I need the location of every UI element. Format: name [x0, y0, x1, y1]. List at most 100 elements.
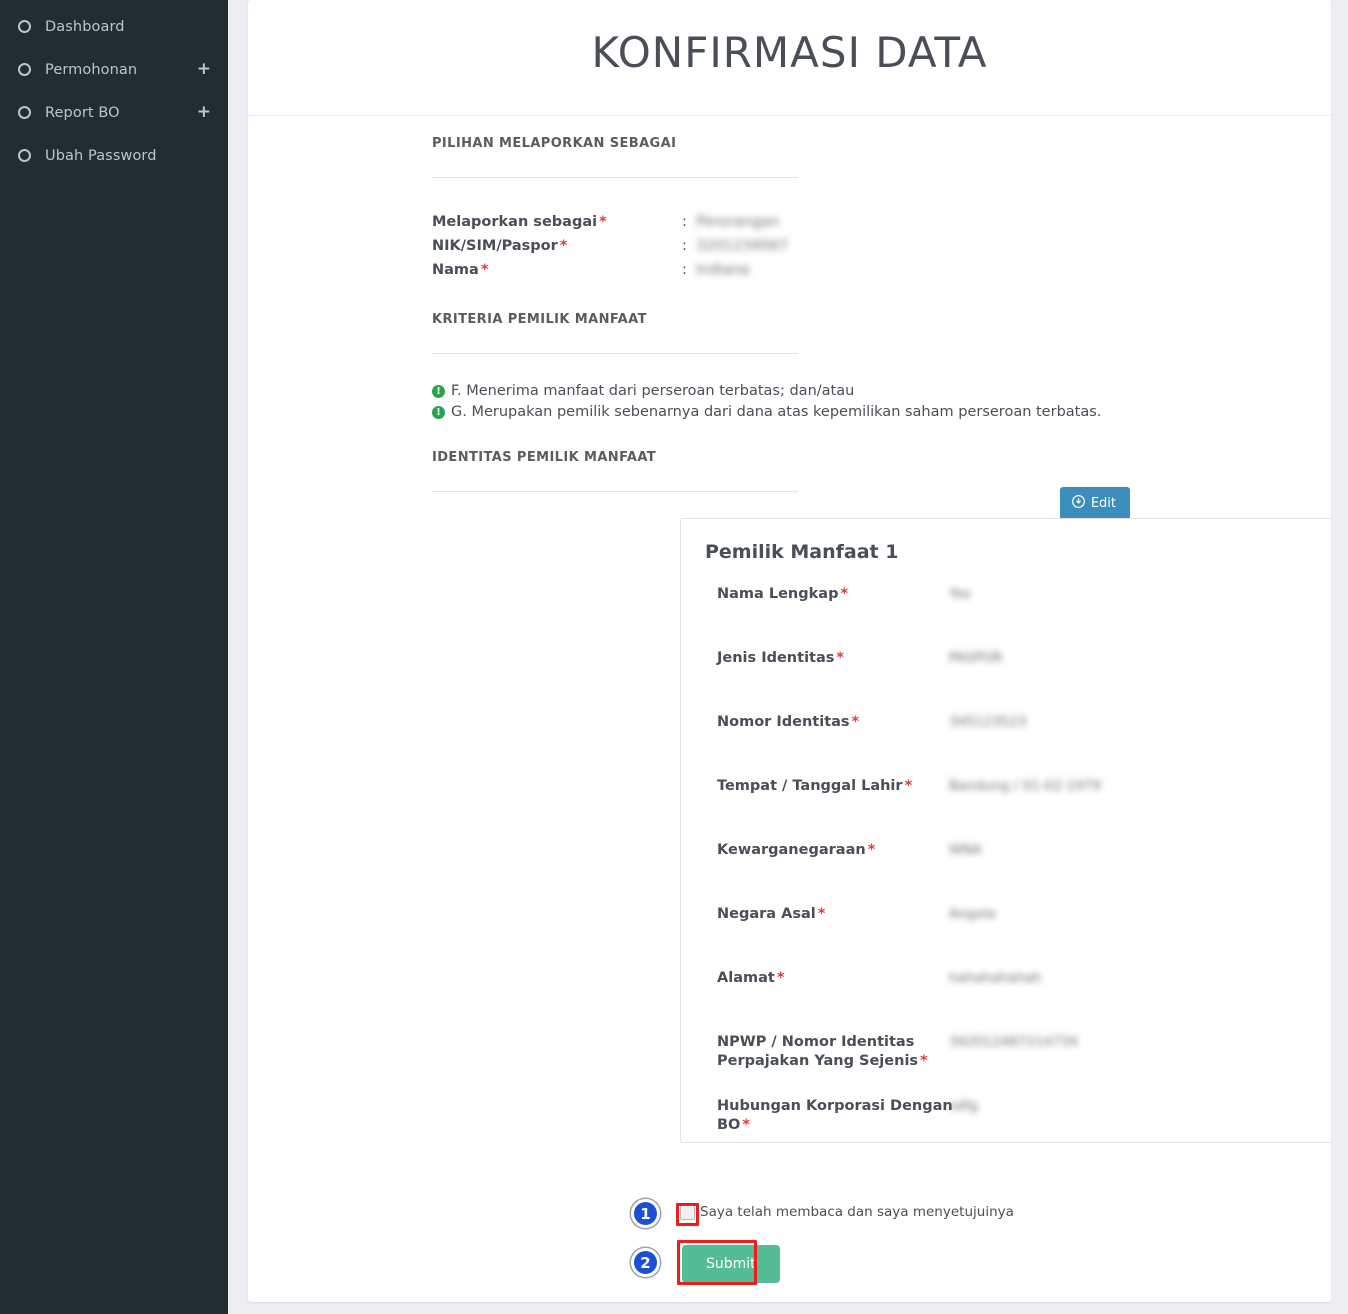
form-body: PILIHAN MELAPORKAN SEBAGAI Melaporkan se…	[248, 136, 1331, 492]
field-value: PASPOR	[949, 649, 1002, 691]
table-row: Alamat* hahahahahah	[681, 969, 1331, 1011]
info-icon: !	[432, 385, 445, 398]
section-divider	[432, 491, 798, 492]
section-divider	[432, 353, 798, 354]
field-label: Negara Asal*	[717, 905, 949, 947]
required-asterisk: *	[742, 1117, 750, 1133]
edit-button-container: Edit	[1060, 487, 1130, 520]
field-label: NPWP / Nomor Identitas Perpajakan Yang S…	[717, 1033, 949, 1075]
field-value: Bandung / 01-02-1979	[949, 777, 1101, 819]
colon: :	[682, 214, 696, 230]
sidebar-item-report-bo[interactable]: Report BO +	[0, 91, 228, 134]
field-value: Yes	[949, 585, 971, 627]
table-row: Nama* : Indiana	[432, 258, 1331, 282]
field-label: Jenis Identitas*	[717, 649, 949, 691]
field-value: Angola	[949, 905, 996, 947]
field-label: Tempat / Tanggal Lahir*	[717, 777, 949, 819]
field-label: Nama Lengkap*	[717, 585, 949, 627]
criteria-list: ! F. Menerima manfaat dari perseroan ter…	[432, 382, 1331, 422]
info-icon: !	[432, 406, 445, 419]
circle-icon	[18, 106, 31, 119]
section-heading: IDENTITAS PEMILIK MANFAAT	[432, 450, 1331, 465]
title-divider	[248, 115, 1331, 116]
required-asterisk: *	[840, 586, 848, 602]
field-label: Nomor Identitas*	[717, 713, 949, 755]
table-row: Negara Asal* Angola	[681, 905, 1331, 947]
colon: :	[682, 238, 696, 254]
circle-icon	[18, 63, 31, 76]
required-asterisk: *	[868, 842, 876, 858]
agree-checkbox[interactable]	[680, 1205, 695, 1220]
section-divider	[432, 177, 798, 178]
table-row: Nama Lengkap* Yes	[681, 585, 1331, 627]
table-row: Jenis Identitas* PASPOR	[681, 649, 1331, 691]
annotation-step-badge-1: 1	[631, 1199, 660, 1228]
field-value: Indiana	[696, 262, 750, 278]
section-heading: PILIHAN MELAPORKAN SEBAGAI	[432, 136, 1331, 151]
table-row: Hubungan Korporasi Dengan BO* sdfg	[681, 1097, 1331, 1139]
submit-button-container: Submit	[682, 1245, 780, 1283]
table-row: Melaporkan sebagai* : Perorangan	[432, 210, 1331, 234]
table-row: Kewarganegaraan* WNA	[681, 841, 1331, 883]
criteria-text: F. Menerima manfaat dari perseroan terba…	[451, 382, 854, 401]
table-row: Tempat / Tanggal Lahir* Bandung / 01-02-…	[681, 777, 1331, 819]
field-value: sdfg	[949, 1097, 978, 1139]
colon: :	[682, 262, 696, 278]
beneficial-owner-card: Pemilik Manfaat 1 Nama Lengkap* Yes Jeni…	[680, 518, 1331, 1143]
section-criteria: KRITERIA PEMILIK MANFAAT ! F. Menerima m…	[432, 312, 1331, 422]
field-label: Melaporkan sebagai*	[432, 214, 682, 230]
field-label: Nama*	[432, 262, 682, 278]
circle-icon	[18, 149, 31, 162]
sidebar-item-dashboard[interactable]: Dashboard	[0, 5, 228, 48]
required-asterisk: *	[920, 1053, 928, 1069]
sidebar-item-label: Report BO	[45, 105, 197, 121]
edit-button[interactable]: Edit	[1060, 487, 1130, 520]
sidebar-item-label: Dashboard	[45, 19, 214, 35]
field-value: WNA	[949, 841, 982, 883]
card-title: Pemilik Manfaat 1	[705, 541, 1331, 563]
required-asterisk: *	[560, 238, 568, 254]
agreement-row: Saya telah membaca dan saya menyetujuiny…	[680, 1204, 1014, 1220]
required-asterisk: *	[836, 650, 844, 666]
download-circle-icon	[1072, 495, 1085, 512]
table-row: NIK/SIM/Paspor* : 3201234567	[432, 234, 1331, 258]
field-label: Hubungan Korporasi Dengan BO*	[717, 1097, 949, 1139]
table-row: Nomor Identitas* 345123523	[681, 713, 1331, 755]
main-content: KONFIRMASI DATA PILIHAN MELAPORKAN SEBAG…	[228, 0, 1348, 1314]
plus-icon[interactable]: +	[197, 104, 211, 121]
section-heading: KRITERIA PEMILIK MANFAAT	[432, 312, 1331, 327]
page-title: KONFIRMASI DATA	[248, 28, 1331, 77]
field-label: Kewarganegaraan*	[717, 841, 949, 883]
sidebar-item-label: Ubah Password	[45, 148, 214, 164]
section-reporting-as: PILIHAN MELAPORKAN SEBAGAI Melaporkan se…	[432, 136, 1331, 282]
required-asterisk: *	[599, 214, 607, 230]
table-row: NPWP / Nomor Identitas Perpajakan Yang S…	[681, 1033, 1331, 1075]
field-label: NIK/SIM/Paspor*	[432, 238, 682, 254]
plus-icon[interactable]: +	[197, 61, 211, 78]
sidebar-item-ubah-password[interactable]: Ubah Password	[0, 134, 228, 177]
circle-icon	[18, 20, 31, 33]
list-item: ! F. Menerima manfaat dari perseroan ter…	[432, 382, 1331, 401]
required-asterisk: *	[852, 714, 860, 730]
field-value: 3201234567	[696, 238, 788, 254]
agree-label: Saya telah membaca dan saya menyetujuiny…	[700, 1204, 1014, 1220]
required-asterisk: *	[905, 778, 913, 794]
edit-button-label: Edit	[1091, 496, 1116, 511]
field-label: Alamat*	[717, 969, 949, 1011]
sidebar: Dashboard Permohonan + Report BO + Ubah …	[0, 0, 228, 1314]
confirmation-card: KONFIRMASI DATA PILIHAN MELAPORKAN SEBAG…	[248, 0, 1331, 1302]
sidebar-item-label: Permohonan	[45, 62, 197, 78]
criteria-text: G. Merupakan pemilik sebenarnya dari dan…	[451, 403, 1101, 422]
required-asterisk: *	[818, 906, 826, 922]
required-asterisk: *	[481, 262, 489, 278]
required-asterisk: *	[777, 970, 785, 986]
field-value: 342012487214734	[949, 1033, 1078, 1075]
list-item: ! G. Merupakan pemilik sebenarnya dari d…	[432, 403, 1331, 422]
sidebar-item-permohonan[interactable]: Permohonan +	[0, 48, 228, 91]
submit-button[interactable]: Submit	[682, 1245, 780, 1283]
reporting-as-rows: Melaporkan sebagai* : Perorangan NIK/SIM…	[432, 210, 1331, 282]
field-value: 345123523	[949, 713, 1026, 755]
section-identity: IDENTITAS PEMILIK MANFAAT	[432, 450, 1331, 492]
field-value: Perorangan	[696, 214, 779, 230]
annotation-step-badge-2: 2	[631, 1248, 660, 1277]
